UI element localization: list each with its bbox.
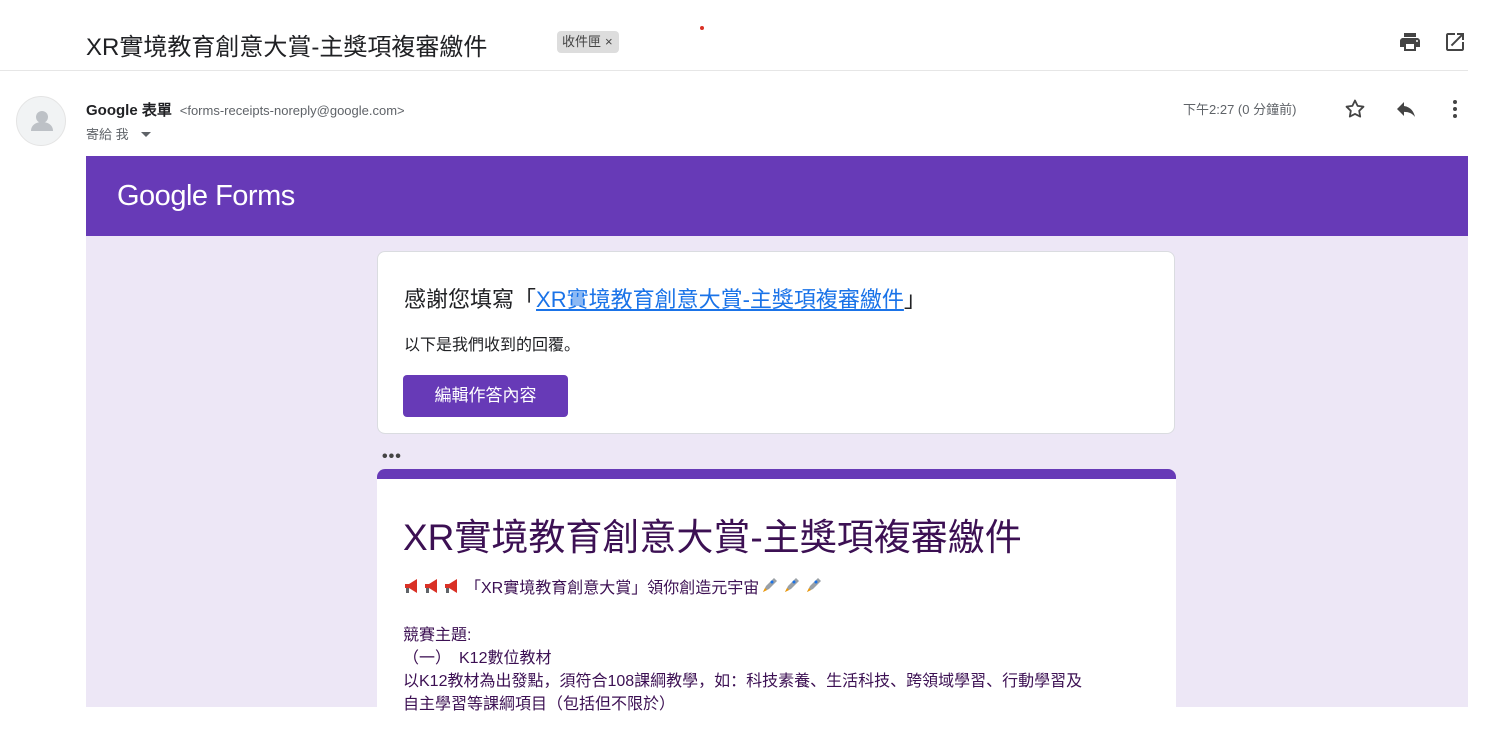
form-accent-stripe <box>377 469 1176 479</box>
email-subject: XR實境教育創意大賞-主獎項複審繳件 <box>86 34 488 61</box>
subject-bar: XR實境教育創意大賞-主獎項複審繳件 收件匣 × <box>0 0 1468 71</box>
megaphone-icon <box>403 577 463 595</box>
thanks-suffix: 」 <box>903 287 926 312</box>
tagline-text: 「XR實境教育創意大賞」領你創造元宇宙 <box>465 580 760 597</box>
form-title: XR實境教育創意大賞-主獎項複審繳件 <box>403 517 1022 558</box>
google-forms-logo: Google Forms <box>117 180 295 213</box>
thanks-heading: 感謝您填寫「XR實境教育創意大賞-主獎項複審繳件」 <box>404 282 926 314</box>
chevron-down-icon[interactable] <box>140 132 151 137</box>
sender-email: <forms-receipts-noreply@google.com> <box>179 103 405 118</box>
form-preview-card: XR實境教育創意大賞-主獎項複審繳件 「XR實境教育創意大賞」領你創造元宇宙 競… <box>377 469 1176 729</box>
label-chip-text: 收件匣 <box>562 34 602 49</box>
notification-dot <box>700 26 704 30</box>
response-card: 感謝您填寫「XR實境教育創意大賞-主獎項複審繳件」 以下是我們收到的回覆。 編輯… <box>377 251 1175 434</box>
description-line: 競賽主題: <box>403 627 472 644</box>
recipient-text: 寄給 我 <box>86 127 129 142</box>
description-line: 自主學習等課綱項目（包括但不限於） <box>403 696 676 713</box>
more-vert-icon[interactable] <box>1443 97 1467 121</box>
form-title-link[interactable]: XR實境教育創意大賞-主獎項複審繳件 <box>536 287 904 312</box>
recipient-line: 寄給 我 <box>86 124 151 143</box>
open-in-new-window-icon[interactable] <box>1443 30 1467 54</box>
email-timestamp: 下午2:27 (0 分鐘前) <box>1183 102 1297 117</box>
form-tagline: 「XR實境教育創意大賞」領你創造元宇宙 <box>403 574 827 598</box>
description-line: 以K12教材為出發點，須符合108課綱教學，如：科技素養、生活科技、跨領域學習、… <box>403 673 1083 690</box>
logo-forms-word: Forms <box>215 180 295 212</box>
received-text: 以下是我們收到的回覆。 <box>404 337 581 354</box>
google-forms-banner: Google Forms <box>86 156 1468 236</box>
thanks-prefix: 感謝您填寫「 <box>404 287 537 312</box>
sender-line: Google 表單 <forms-receipts-noreply@google… <box>86 99 405 120</box>
reply-icon[interactable] <box>1394 97 1418 121</box>
star-icon[interactable] <box>1343 97 1367 121</box>
logo-google-word: Google <box>117 180 208 212</box>
description-line: （一） K12數位教材 <box>403 650 552 667</box>
inbox-label-chip[interactable]: 收件匣 × <box>557 31 619 53</box>
print-icon[interactable] <box>1398 30 1422 54</box>
rocket-icon <box>759 576 825 596</box>
default-avatar-icon[interactable] <box>16 96 66 146</box>
edit-response-button[interactable]: 編輯作答內容 <box>403 375 568 417</box>
remove-label-icon[interactable]: × <box>605 31 613 53</box>
form-description: 競賽主題: （一） K12數位教材 以K12教材為出發點，須符合108課綱教學，… <box>403 624 1153 716</box>
show-trimmed-content-button[interactable]: ••• <box>382 448 402 466</box>
sender-name[interactable]: Google 表單 <box>86 102 172 119</box>
